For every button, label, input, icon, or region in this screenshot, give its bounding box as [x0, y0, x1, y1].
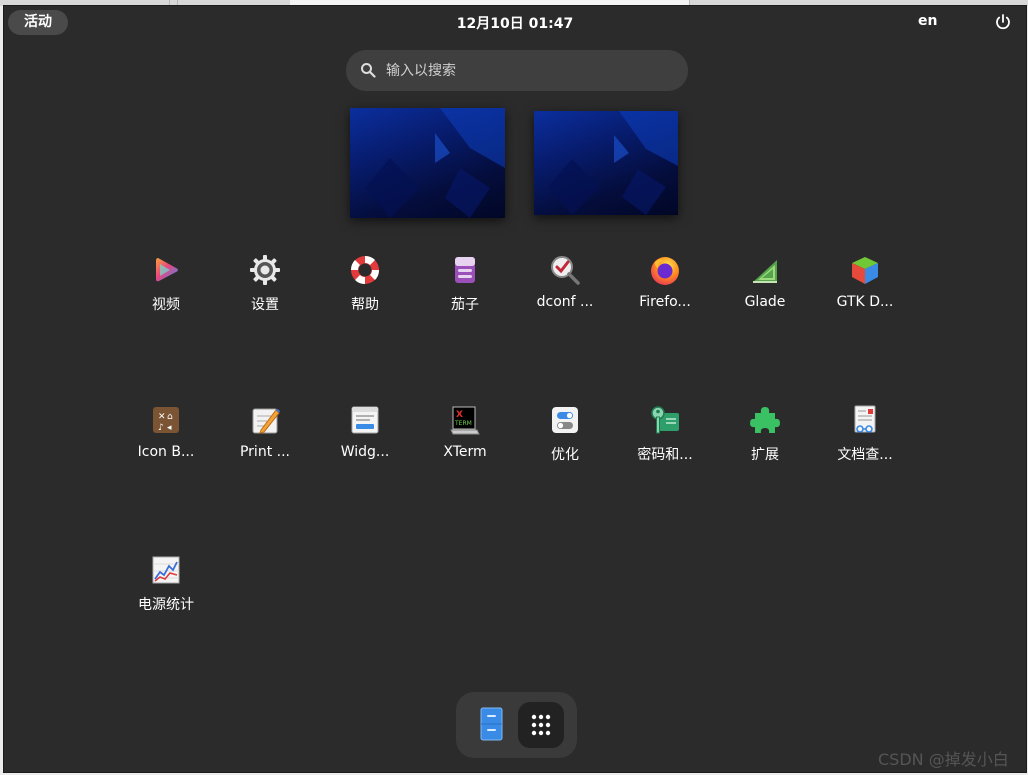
glade-icon: [749, 254, 781, 286]
app-extensions[interactable]: 扩展: [715, 404, 815, 504]
app-label: 文档查...: [837, 447, 893, 463]
power-icon[interactable]: [994, 13, 1012, 31]
svg-text:✕: ✕: [158, 412, 166, 422]
file-manager-icon[interactable]: [470, 704, 512, 746]
svg-text:X: X: [456, 410, 463, 420]
app-glade[interactable]: Glade: [715, 254, 815, 354]
workspace-thumbnail-2[interactable]: [534, 111, 678, 215]
power-statistics-icon: [150, 554, 182, 586]
xterm-icon: X TERM: [449, 404, 481, 436]
app-label: 视频: [152, 297, 180, 313]
app-firefox[interactable]: Firefo...: [615, 254, 715, 354]
gear-icon: [249, 254, 281, 286]
app-settings[interactable]: 设置: [215, 254, 315, 354]
app-videos[interactable]: 视频: [116, 254, 216, 354]
puzzle-piece-icon: [749, 404, 781, 436]
app-label: 扩展: [751, 447, 779, 463]
app-label: Glade: [744, 294, 786, 310]
widget-factory-icon: [349, 404, 381, 436]
app-label: Widg...: [340, 444, 390, 460]
app-document-viewer[interactable]: 文档查...: [815, 404, 915, 504]
app-label: dconf ...: [536, 294, 594, 310]
app-help[interactable]: 帮助: [315, 254, 415, 354]
app-power-statistics[interactable]: 电源统计: [116, 554, 216, 654]
dash: [456, 692, 577, 758]
watermark: CSDN @掉发小白: [878, 750, 1009, 769]
app-label: GTK D...: [836, 294, 894, 310]
app-cheese[interactable]: 茄子: [415, 254, 515, 354]
lifebuoy-icon: [349, 254, 381, 286]
app-label: Print ...: [239, 444, 290, 460]
clock[interactable]: 12月10日 01:47: [4, 13, 1026, 33]
tweaks-icon: [549, 404, 581, 436]
app-label: 优化: [551, 447, 579, 463]
print-editor-icon: [249, 404, 281, 436]
passwords-keys-icon: [649, 404, 681, 436]
app-widget-factory[interactable]: Widg...: [315, 404, 415, 504]
app-label: 茄子: [451, 297, 479, 313]
app-label: Icon B...: [137, 444, 195, 460]
search-input[interactable]: [386, 50, 676, 91]
search-box[interactable]: [346, 50, 688, 91]
svg-text:♪: ♪: [158, 423, 164, 433]
app-label: 密码和...: [637, 447, 693, 463]
svg-text:◂: ◂: [167, 423, 172, 433]
language-indicator[interactable]: en: [918, 13, 937, 29]
app-gtk-demo[interactable]: GTK D...: [815, 254, 915, 354]
app-dconf-editor[interactable]: dconf ...: [515, 254, 615, 354]
app-tweaks[interactable]: 优化: [515, 404, 615, 504]
dconf-magnifier-icon: [549, 254, 581, 286]
search-icon: [360, 62, 376, 78]
app-print-editor[interactable]: Print ...: [215, 404, 315, 504]
svg-text:⌂: ⌂: [167, 412, 173, 422]
app-grid-icon[interactable]: [518, 702, 564, 748]
app-xterm[interactable]: X TERM XTerm: [415, 404, 515, 504]
firefox-icon: [649, 254, 681, 286]
document-viewer-icon: [849, 404, 881, 436]
gtk-cube-icon: [849, 254, 881, 286]
icon-browser-icon: ✕ ⌂ ♪ ◂: [150, 404, 182, 436]
camera-cheese-icon: [449, 254, 481, 286]
svg-text:TERM: TERM: [454, 420, 472, 427]
app-label: 设置: [251, 297, 279, 313]
app-label: XTerm: [443, 444, 487, 460]
app-label: 帮助: [351, 297, 379, 313]
app-label: 电源统计: [138, 597, 194, 613]
top-bar: 活动 12月10日 01:47 en: [4, 6, 1026, 38]
app-passwords-keys[interactable]: 密码和...: [615, 404, 715, 504]
workspace-thumbnail-1[interactable]: [350, 108, 505, 218]
video-play-icon: [150, 254, 182, 286]
app-label: Firefo...: [639, 294, 691, 310]
gnome-overview: 活动 12月10日 01:47 en 输入以搜索 视频 设置 帮助 茄子 dco…: [3, 5, 1027, 773]
app-icon-browser[interactable]: ✕ ⌂ ♪ ◂ Icon B...: [116, 404, 216, 504]
